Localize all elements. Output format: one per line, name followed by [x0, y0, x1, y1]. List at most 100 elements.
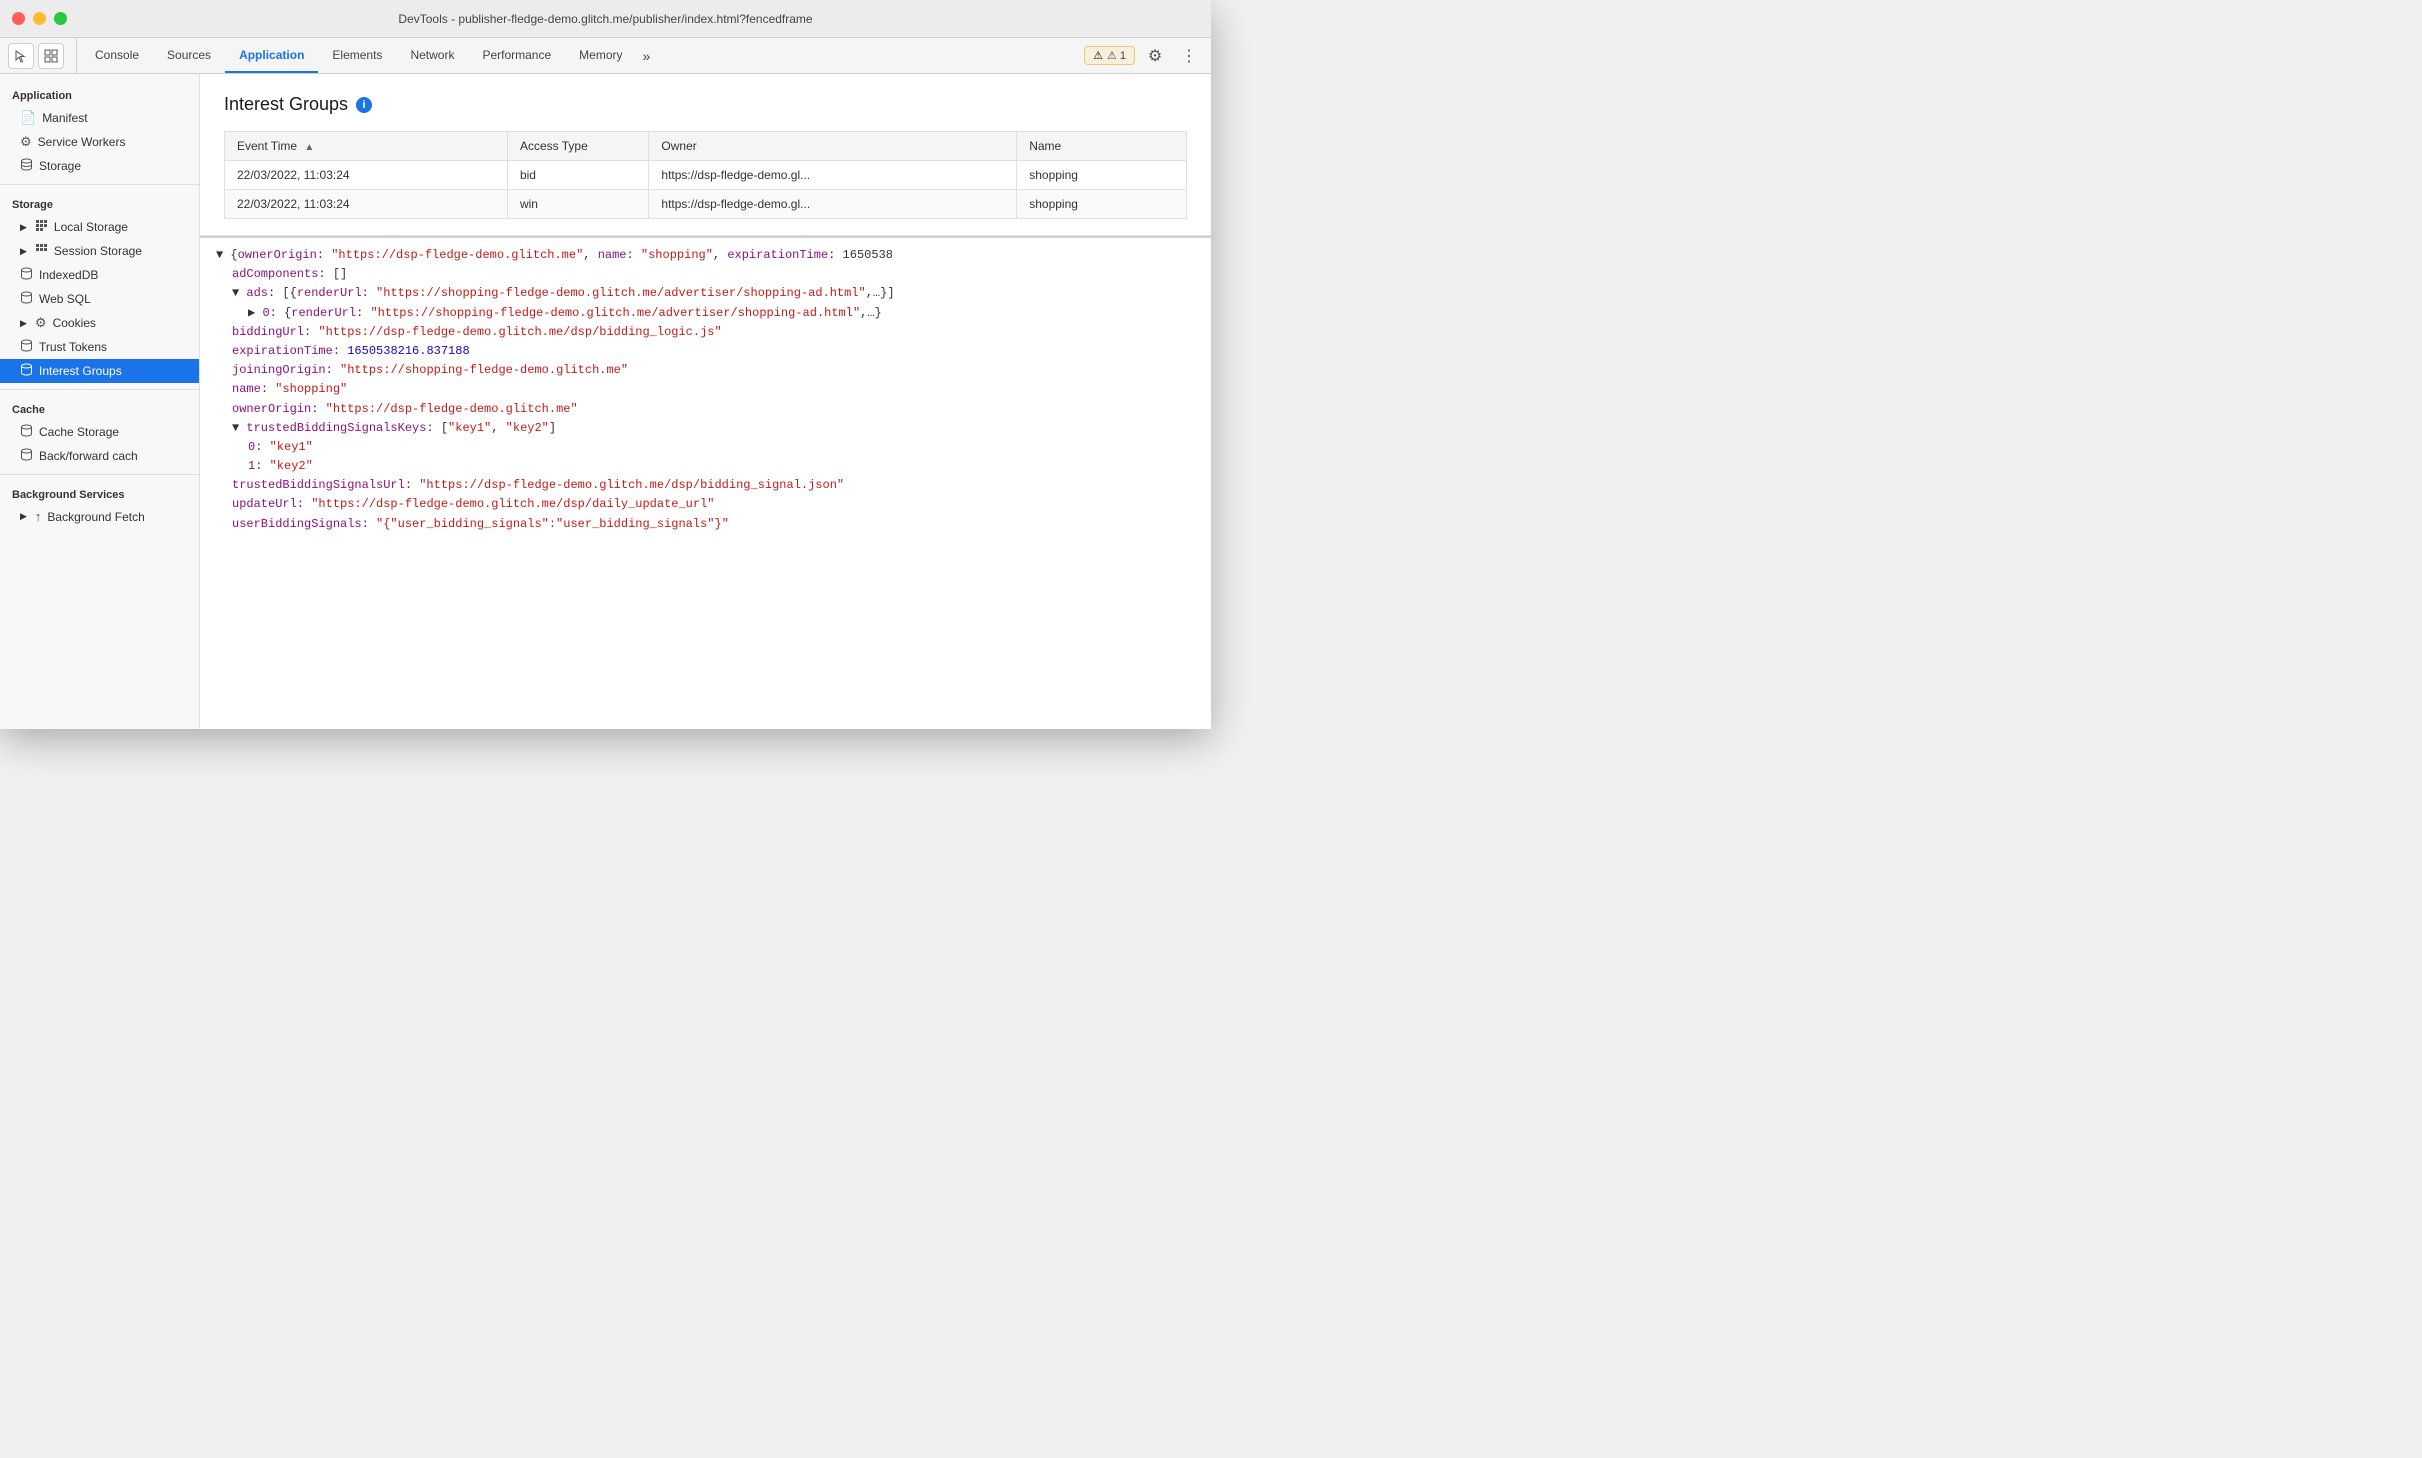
sidebar-item-manifest[interactable]: 📄 Manifest: [0, 106, 199, 130]
table-header-row: Event Time ▲ Access Type Owner Name: [225, 132, 1187, 161]
back-forward-cache-icon: [20, 448, 33, 464]
devtools-more-button[interactable]: ⋮: [1175, 42, 1203, 70]
local-storage-icon: [35, 219, 48, 235]
cache-storage-icon: [20, 424, 33, 440]
cookies-icon: ⚙: [35, 315, 47, 331]
arrow-icon: ▶: [20, 318, 27, 329]
sidebar: Application 📄 Manifest ⚙ Service Workers…: [0, 74, 200, 729]
col-header-owner[interactable]: Owner: [649, 132, 1017, 161]
sidebar-section-bg-services: Background Services: [0, 481, 199, 505]
storage-icon: [20, 158, 33, 174]
json-line: 0: "key1": [216, 438, 1195, 457]
cell-owner: https://dsp-fledge-demo.gl...: [649, 190, 1017, 219]
table-body: 22/03/2022, 11:03:24 bid https://dsp-fle…: [225, 161, 1187, 219]
arrow-icon: ▶: [20, 511, 27, 522]
sort-icon: ▲: [304, 142, 314, 153]
tab-console[interactable]: Console: [81, 38, 153, 73]
sidebar-item-indexeddb[interactable]: IndexedDB: [0, 263, 199, 287]
cell-access-type: bid: [507, 161, 648, 190]
close-button[interactable]: [12, 12, 25, 25]
cursor-icon[interactable]: [8, 43, 34, 69]
inspect-icon[interactable]: [38, 43, 64, 69]
tab-performance[interactable]: Performance: [468, 38, 565, 73]
json-line: 1: "key2": [216, 457, 1195, 476]
cell-event-time: 22/03/2022, 11:03:24: [225, 161, 508, 190]
sidebar-item-web-sql[interactable]: Web SQL: [0, 287, 199, 311]
interest-groups-icon: [20, 363, 33, 379]
sidebar-item-cache-storage[interactable]: Cache Storage: [0, 420, 199, 444]
divider-2: [0, 389, 199, 390]
interest-groups-table: Event Time ▲ Access Type Owner Name: [224, 131, 1187, 219]
sidebar-item-trust-tokens[interactable]: Trust Tokens: [0, 335, 199, 359]
panel-title: Interest Groups i: [224, 94, 1187, 115]
json-line: ▼ ads: [{renderUrl: "https://shopping-fl…: [216, 284, 1195, 303]
cell-access-type: win: [507, 190, 648, 219]
cell-name: shopping: [1017, 190, 1187, 219]
col-header-access-type[interactable]: Access Type: [507, 132, 648, 161]
sidebar-item-session-storage[interactable]: ▶ Session Storage: [0, 239, 199, 263]
main-content: Application 📄 Manifest ⚙ Service Workers…: [0, 74, 1211, 729]
manifest-icon: 📄: [20, 110, 36, 126]
settings-button[interactable]: ⚙: [1141, 42, 1169, 70]
sidebar-section-storage: Storage: [0, 191, 199, 215]
json-line: updateUrl: "https://dsp-fledge-demo.glit…: [216, 495, 1195, 514]
divider-1: [0, 184, 199, 185]
divider-3: [0, 474, 199, 475]
cell-name: shopping: [1017, 161, 1187, 190]
warning-badge[interactable]: ⚠ ⚠ 1: [1084, 46, 1135, 65]
info-icon[interactable]: i: [356, 97, 372, 113]
cell-owner: https://dsp-fledge-demo.gl...: [649, 161, 1017, 190]
json-line: ▼ {ownerOrigin: "https://dsp-fledge-demo…: [216, 246, 1195, 265]
json-line: expirationTime: 1650538216.837188: [216, 342, 1195, 361]
minimize-button[interactable]: [33, 12, 46, 25]
warning-icon: ⚠: [1093, 49, 1103, 62]
json-line: name: "shopping": [216, 380, 1195, 399]
json-detail-panel[interactable]: ▼ {ownerOrigin: "https://dsp-fledge-demo…: [200, 236, 1211, 729]
tab-bar: Console Sources Application Elements Net…: [0, 38, 1211, 74]
sidebar-item-service-workers[interactable]: ⚙ Service Workers: [0, 130, 199, 154]
sidebar-item-back-forward-cache[interactable]: Back/forward cach: [0, 444, 199, 468]
service-workers-icon: ⚙: [20, 134, 32, 150]
sidebar-item-local-storage[interactable]: ▶ Local Storage: [0, 215, 199, 239]
interest-groups-panel: Interest Groups i Event Time ▲ Access Ty…: [200, 74, 1211, 236]
sidebar-item-storage[interactable]: Storage: [0, 154, 199, 178]
session-storage-icon: [35, 243, 48, 259]
sidebar-item-interest-groups[interactable]: Interest Groups: [0, 359, 199, 383]
json-line: trustedBiddingSignalsUrl: "https://dsp-f…: [216, 476, 1195, 495]
sidebar-item-background-fetch[interactable]: ▶ ↑ Background Fetch: [0, 505, 199, 528]
more-tabs-button[interactable]: »: [637, 38, 657, 73]
content-area: Interest Groups i Event Time ▲ Access Ty…: [200, 74, 1211, 729]
sidebar-section-application: Application: [0, 82, 199, 106]
json-line: adComponents: []: [216, 265, 1195, 284]
arrow-icon: ▶: [20, 246, 27, 257]
json-line: ▶ 0: {renderUrl: "https://shopping-fledg…: [216, 304, 1195, 323]
window-controls: [12, 12, 67, 25]
background-fetch-icon: ↑: [35, 509, 42, 524]
toolbar-right: ⚠ ⚠ 1 ⚙ ⋮: [1084, 38, 1203, 73]
json-line: joiningOrigin: "https://shopping-fledge-…: [216, 361, 1195, 380]
web-sql-icon: [20, 291, 33, 307]
json-line: ownerOrigin: "https://dsp-fledge-demo.gl…: [216, 400, 1195, 419]
tab-elements[interactable]: Elements: [318, 38, 396, 73]
window-title: DevTools - publisher-fledge-demo.glitch.…: [398, 12, 812, 26]
json-line: userBiddingSignals: "{"user_bidding_sign…: [216, 515, 1195, 534]
col-header-event-time[interactable]: Event Time ▲: [225, 132, 508, 161]
sidebar-item-cookies[interactable]: ▶ ⚙ Cookies: [0, 311, 199, 335]
cell-event-time: 22/03/2022, 11:03:24: [225, 190, 508, 219]
json-line: ▼ trustedBiddingSignalsKeys: ["key1", "k…: [216, 419, 1195, 438]
tab-list: Console Sources Application Elements Net…: [81, 38, 1084, 73]
arrow-icon: ▶: [20, 222, 27, 233]
trust-tokens-icon: [20, 339, 33, 355]
json-line: biddingUrl: "https://dsp-fledge-demo.gli…: [216, 323, 1195, 342]
tab-memory[interactable]: Memory: [565, 38, 636, 73]
indexeddb-icon: [20, 267, 33, 283]
tab-sources[interactable]: Sources: [153, 38, 225, 73]
sidebar-section-cache: Cache: [0, 396, 199, 420]
table-row[interactable]: 22/03/2022, 11:03:24 win https://dsp-fle…: [225, 190, 1187, 219]
tab-network[interactable]: Network: [396, 38, 468, 73]
toolbar-icons: [8, 38, 77, 73]
table-row[interactable]: 22/03/2022, 11:03:24 bid https://dsp-fle…: [225, 161, 1187, 190]
maximize-button[interactable]: [54, 12, 67, 25]
tab-application[interactable]: Application: [225, 38, 318, 73]
col-header-name[interactable]: Name: [1017, 132, 1187, 161]
